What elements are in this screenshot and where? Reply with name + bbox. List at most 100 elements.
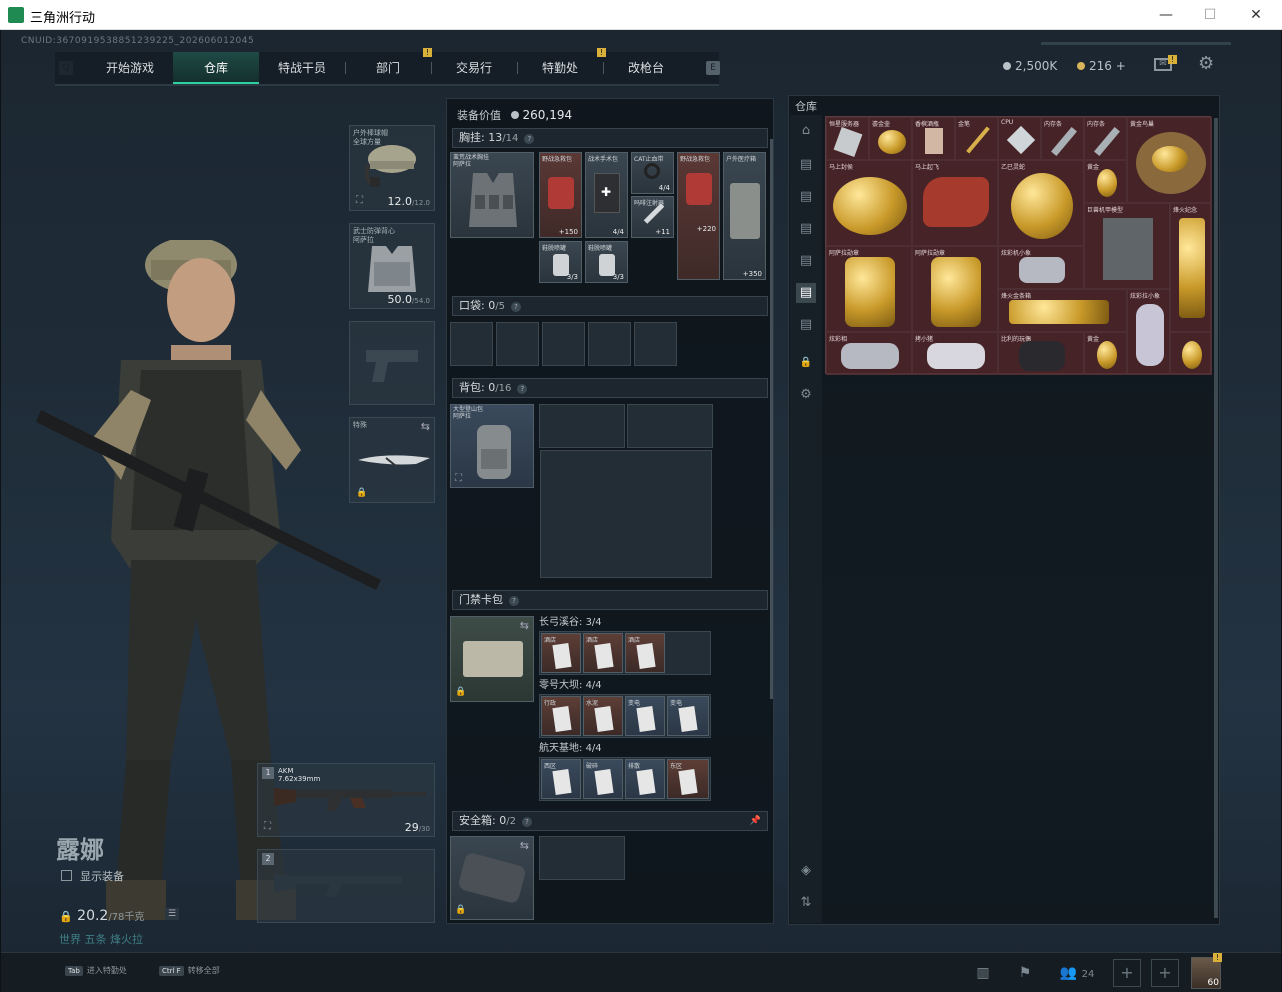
warehouse-item[interactable]: 炫彩拉小象 [1127,289,1170,375]
show-equipment-toggle[interactable]: 显示装备 [61,868,124,884]
keycard-item[interactable]: 东区 [667,759,709,799]
warehouse-item[interactable]: 黄金 [1084,160,1127,203]
pocket-slot[interactable] [634,322,677,366]
minimize-button[interactable]: — [1146,4,1186,26]
chest-item[interactable]: 野战急救包 +220 [677,152,720,280]
warehouse-item[interactable]: 香槟酒瓶 [912,117,955,160]
sidebar-tab2-icon[interactable]: ▤ [796,187,816,207]
sidebar-sort-icon[interactable]: ⇅ [796,893,816,913]
transfer-all-hint[interactable]: Ctrl F 转移全部 [159,965,220,976]
chest-item[interactable]: CAT止血带 4/4 [631,152,674,194]
warehouse-item[interactable]: 鎏金壶 [869,117,912,160]
safebox-grid[interactable] [539,836,625,880]
keycard-item[interactable]: 酒店 [541,633,581,673]
warehouse-item[interactable]: 马上起飞 [912,160,998,246]
help-icon[interactable]: ? [510,302,521,312]
warehouse-item[interactable]: 金笔 [955,117,998,160]
warehouse-item[interactable]: 乙巳灵蛇 [998,160,1084,246]
primary-weapon-slot[interactable]: 1 AKM 7.62x39mm ⛶ 29/30 [257,763,435,837]
keycard-item[interactable]: 排散 [625,759,665,799]
warehouse-item[interactable]: CPU [998,117,1041,160]
sidebar-tab3-icon[interactable]: ▤ [796,219,816,239]
backpack-grid[interactable] [539,404,625,448]
sidebar-tab4-icon[interactable]: ▤ [796,251,816,271]
secondary-weapon-slot[interactable]: 2 [257,849,435,923]
help-icon[interactable]: ? [524,134,535,144]
keycard-holder-item[interactable]: ⇆ 🔒 [450,616,534,702]
backpack-item[interactable]: 大型登山包 阿萨拉 ⛶ [450,404,534,488]
loadout-scrollbar[interactable] [770,139,773,699]
warehouse-scrollbar[interactable] [1214,118,1218,918]
warehouse-item[interactable]: 内存条 [1041,117,1084,160]
swap-icon[interactable]: ⇆ [520,839,529,852]
warehouse-item[interactable]: 马上封侯 [826,160,912,246]
invite-slot-button[interactable]: + [1151,959,1179,987]
warehouse-item[interactable] [1170,332,1212,375]
sidebar-layers-icon[interactable]: ◈ [796,861,816,881]
warehouse-item[interactable]: 烽火金条箱 [998,289,1127,332]
weight-detail-icon[interactable]: ☰ [165,908,179,920]
swap-icon[interactable]: ⇆ [421,420,430,433]
helmet-slot[interactable]: 户外棒球帽 全球方量 ⛶ 12.0/12.0 [349,125,435,211]
tab-operators[interactable]: 特战干员 [259,52,345,84]
armor-slot[interactable]: 武士防弹背心 阿萨拉 50.0/54.0 [349,223,435,309]
swap-icon[interactable]: ⇆ [520,619,529,632]
keycard-item[interactable]: 变电 [667,696,709,736]
settings-gear-icon[interactable]: ⚙ [1198,53,1214,74]
warehouse-item[interactable]: 内存条 [1084,117,1127,160]
safebox-item[interactable]: ⇆ 🔒 [450,836,534,920]
warehouse-item[interactable]: 烽火纪念 [1170,203,1212,332]
keycard-item[interactable]: 行政 [541,696,581,736]
warehouse-item[interactable]: 比利的玩偶 [998,332,1084,375]
sidebar-tab6-icon[interactable]: ▤ [796,315,816,335]
chest-item[interactable]: 野战急救包 +150 [539,152,582,238]
melee-slot[interactable]: 特殊 ⇆ 🔒 [349,417,435,503]
warehouse-item[interactable]: 黄金 [1084,332,1127,375]
warehouse-item[interactable]: 恒星服务器 [826,117,869,160]
warehouse-item[interactable]: 巨兽机甲模型 [1084,203,1170,289]
currency-gold[interactable]: 216 + [1077,59,1126,73]
warehouse-item[interactable]: 炫彩机小象 [998,246,1084,289]
friends-button[interactable]: 👥 24 [1057,961,1097,985]
nav-right-button[interactable]: E [706,61,720,75]
chest-item[interactable]: 户外医疗箱 +350 [723,152,766,280]
chest-rig-item[interactable]: 蛮荒战术胸挂 阿萨拉 [450,152,534,238]
sidebar-tab1-icon[interactable]: ▤ [796,155,816,175]
warehouse-item[interactable]: 阿萨拉勋章 [826,246,912,332]
currency-silver[interactable]: 2,500K [1003,59,1057,73]
pocket-slot[interactable] [496,322,539,366]
pistol-slot[interactable] [349,321,435,405]
show-equipment-checkbox[interactable] [61,870,72,881]
sidebar-all-icon[interactable]: ⌂ [796,121,816,141]
invite-slot-button[interactable]: + [1113,959,1141,987]
tab-gunsmith[interactable]: 改枪台 [603,52,689,84]
pocket-slot[interactable] [542,322,585,366]
help-icon[interactable]: ? [521,817,532,827]
keycard-item[interactable]: 酒店 [625,633,665,673]
warehouse-item[interactable]: 黄金鸟巢 [1127,117,1212,203]
chest-item[interactable]: 战术手术包 ✚ 4/4 [585,152,628,238]
flag-icon[interactable]: ⚑ [1013,961,1037,985]
warehouse-item[interactable]: 炫彩相 [826,332,912,375]
keycard-item[interactable]: 破碎 [583,759,623,799]
sidebar-settings-icon[interactable]: ⚙ [796,385,816,405]
keycard-item[interactable]: 西区 [541,759,581,799]
chest-item[interactable]: 鞋脱喷罐 3/3 [585,241,628,283]
pin-icon[interactable]: 📌 [750,812,761,830]
tab-trading[interactable]: 交易行 [431,52,517,84]
backpack-grid[interactable] [627,404,713,448]
tab-warehouse[interactable]: 仓库 [173,52,259,84]
sidebar-lock-icon[interactable]: 🔒 [796,353,816,373]
tab-department[interactable]: 部门 [345,52,431,84]
warehouse-item[interactable]: 阿萨拉勋章 [912,246,998,332]
warehouse-item[interactable]: 拷小猪 [912,332,998,375]
tab-special-ops[interactable]: 特勤处 [517,52,603,84]
chest-item[interactable]: 吗啡注射器 +11 [631,196,674,238]
close-button[interactable]: ✕ [1236,4,1276,26]
keycard-item[interactable]: 水泥 [583,696,623,736]
backpack-grid[interactable] [540,450,712,578]
tab-start-game[interactable]: 开始游戏 [87,52,173,84]
maximize-button[interactable]: ☐ [1190,4,1230,26]
sidebar-tab5-icon[interactable]: ▤ [796,283,816,303]
pocket-slot[interactable] [450,322,493,366]
